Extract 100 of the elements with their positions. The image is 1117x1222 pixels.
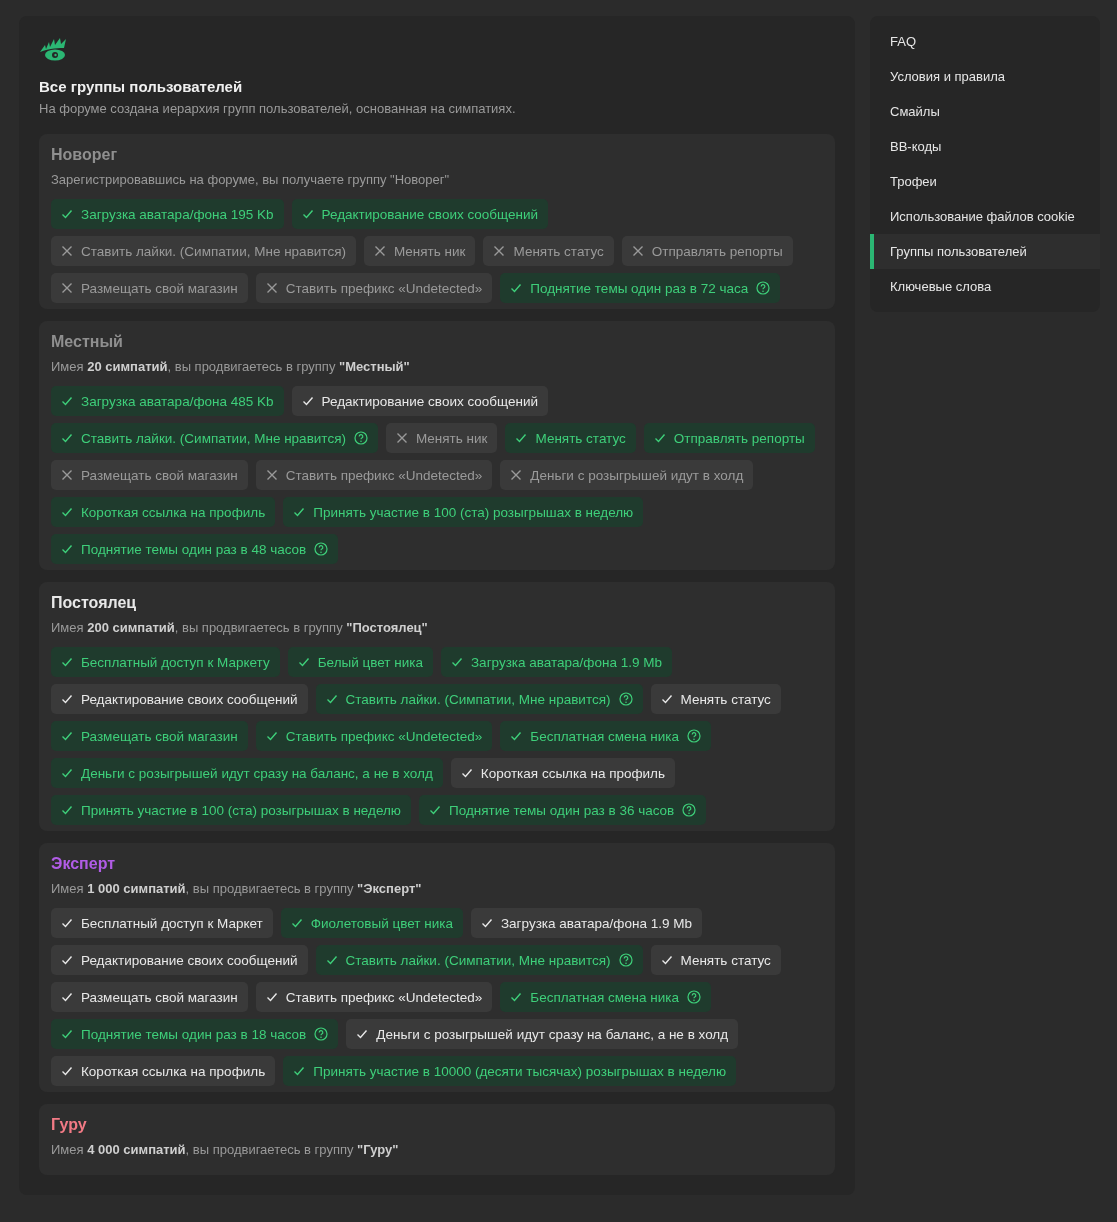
permission-tag: Бесплатный доступ к Маркет: [51, 908, 273, 938]
group-description: Имея 20 симпатий, вы продвигаетесь в группу "Местный": [51, 359, 411, 374]
cross-icon: [61, 282, 73, 294]
check-icon: [61, 395, 73, 407]
group-description: Имея 4 000 симпатий, вы продвигаетесь в группу "Гуру": [51, 1142, 400, 1157]
check-icon: [61, 954, 73, 966]
permission-tag: Ставить лайки. (Симпатии, Мне нравится): [315, 945, 643, 975]
permission-tag: Бесплатный доступ к Маркету: [51, 647, 280, 677]
page-subtitle: На форуме создана иерархия групп пользователей, основанная на симпатиях.: [39, 101, 517, 116]
check-icon: [301, 208, 314, 220]
page-title: Все группы пользователей: [39, 78, 244, 95]
permission-tag: Ставить префикс «Undetected»: [255, 460, 493, 490]
help-icon[interactable]: [353, 431, 368, 445]
help-icon[interactable]: [618, 953, 633, 967]
check-icon: [265, 991, 278, 1003]
sidebar-item[interactable]: Использование файлов cookie: [870, 199, 1100, 234]
permission-tag: Поднятие темы один раз в 48 часов: [51, 534, 339, 564]
check-icon: [61, 1028, 73, 1040]
sidebar-item[interactable]: Ключевые слова: [870, 269, 1100, 304]
permission-tag: Принять участие в 10000 (десяти тысячах) розыгрышах в неделю: [283, 1056, 737, 1086]
permission-tag: Поднятие темы один раз в 72 часа: [500, 273, 781, 303]
cross-icon: [493, 245, 506, 257]
check-icon: [480, 917, 493, 929]
permission-tag: Деньги с розыгрышей идут сразу на баланс, а не в холд: [51, 758, 443, 788]
cross-icon: [61, 469, 73, 481]
check-icon: [356, 1028, 369, 1040]
permission-tag: Ставить префикс «Undetected»: [255, 721, 493, 751]
permission-tag: Размещать свой магазин: [51, 273, 248, 303]
check-icon: [61, 208, 73, 220]
check-icon: [460, 767, 473, 779]
check-icon: [61, 432, 73, 444]
sidebar-item[interactable]: Смайлы: [870, 94, 1100, 129]
check-icon: [290, 917, 303, 929]
permission-tag: Редактирование своих сообщений: [291, 199, 549, 229]
cross-icon: [373, 245, 386, 257]
sidebar-item[interactable]: Условия и правила: [870, 59, 1100, 94]
permission-tag: Загрузка аватара/фона 485 Kb: [51, 386, 284, 416]
cross-icon: [631, 245, 644, 257]
help-icon[interactable]: [618, 692, 633, 706]
permission-tag: Загрузка аватара/фона 195 Kb: [51, 199, 284, 229]
permission-tag: Редактирование своих сообщений: [51, 945, 308, 975]
permission-tag: Менять ник: [385, 423, 498, 453]
permission-tag: Размещать свой магазин: [51, 721, 248, 751]
check-icon: [510, 730, 523, 742]
check-icon: [61, 917, 73, 929]
help-icon[interactable]: [687, 990, 701, 1004]
help-icon[interactable]: [314, 542, 329, 556]
sidebar-item[interactable]: Трофеи: [870, 164, 1100, 199]
group-name: Новорег: [51, 146, 118, 164]
permission-tag: Менять статус: [650, 684, 781, 714]
check-icon: [61, 991, 73, 1003]
group-name: Местный: [51, 333, 123, 351]
check-icon: [450, 656, 463, 668]
permission-tag: Редактирование своих сообщений: [51, 684, 308, 714]
permission-tag: Менять ник: [363, 236, 476, 266]
permission-tag: Короткая ссылка на профиль: [51, 1056, 276, 1086]
check-icon: [325, 954, 338, 966]
check-icon: [61, 693, 73, 705]
permission-tag: Менять статус: [650, 945, 781, 975]
group-description: Зарегистрировавшись на форуме, вы получаете группу "Новорег": [51, 172, 451, 187]
permission-tag: Поднятие темы один раз в 18 часов: [51, 1019, 339, 1049]
permission-tag: Редактирование своих сообщений: [291, 386, 549, 416]
help-icon[interactable]: [682, 803, 697, 817]
check-icon: [660, 954, 673, 966]
permission-tag: Менять статус: [483, 236, 614, 266]
cross-icon: [510, 469, 523, 481]
permission-tag: Загрузка аватара/фона 1.9 Mb: [470, 908, 702, 938]
check-icon: [293, 506, 306, 518]
permission-tag: Принять участие в 100 (ста) розыгрышах в неделю: [51, 795, 411, 825]
permission-tag: Менять статус: [505, 423, 636, 453]
sidebar-item[interactable]: FAQ: [870, 24, 1100, 59]
cross-icon: [61, 245, 73, 257]
check-icon: [293, 1065, 306, 1077]
permission-tag: Загрузка аватара/фона 1.9 Mb: [440, 647, 672, 677]
check-icon: [429, 804, 441, 816]
group-name: Постоялец: [51, 594, 137, 612]
group-description: Имея 1 000 симпатий, вы продвигаетесь в группу "Эксперт": [51, 881, 423, 896]
help-icon[interactable]: [314, 1027, 329, 1041]
sidebar-item[interactable]: BB-коды: [870, 129, 1100, 164]
permission-tag: Размещать свой магазин: [51, 982, 248, 1012]
help-icon[interactable]: [687, 729, 701, 743]
permission-tag: Короткая ссылка на профиль: [51, 497, 276, 527]
permission-tag: Бесплатная смена ника: [500, 721, 711, 751]
check-icon: [510, 991, 523, 1003]
cross-icon: [395, 432, 408, 444]
permission-tag: Ставить лайки. (Симпатии, Мне нравится): [51, 423, 378, 453]
help-icon[interactable]: [756, 281, 771, 295]
group-description: Имея 200 симпатий, вы продвигаетесь в группу "Постоялец": [51, 620, 429, 635]
sidebar-item[interactable]: Группы пользователей: [870, 234, 1100, 269]
permission-tag: Принять участие в 100 (ста) розыгрышах в неделю: [283, 497, 644, 527]
check-icon: [660, 693, 673, 705]
check-icon: [61, 804, 73, 816]
group-name: Гуру: [51, 1116, 87, 1134]
permission-tag: Отправлять репорты: [621, 236, 793, 266]
check-icon: [301, 395, 314, 407]
check-icon: [325, 693, 338, 705]
check-icon: [653, 432, 666, 444]
permission-tag: Ставить лайки. (Симпатии, Мне нравится): [51, 236, 356, 266]
check-icon: [61, 767, 73, 779]
check-icon: [61, 1065, 73, 1077]
